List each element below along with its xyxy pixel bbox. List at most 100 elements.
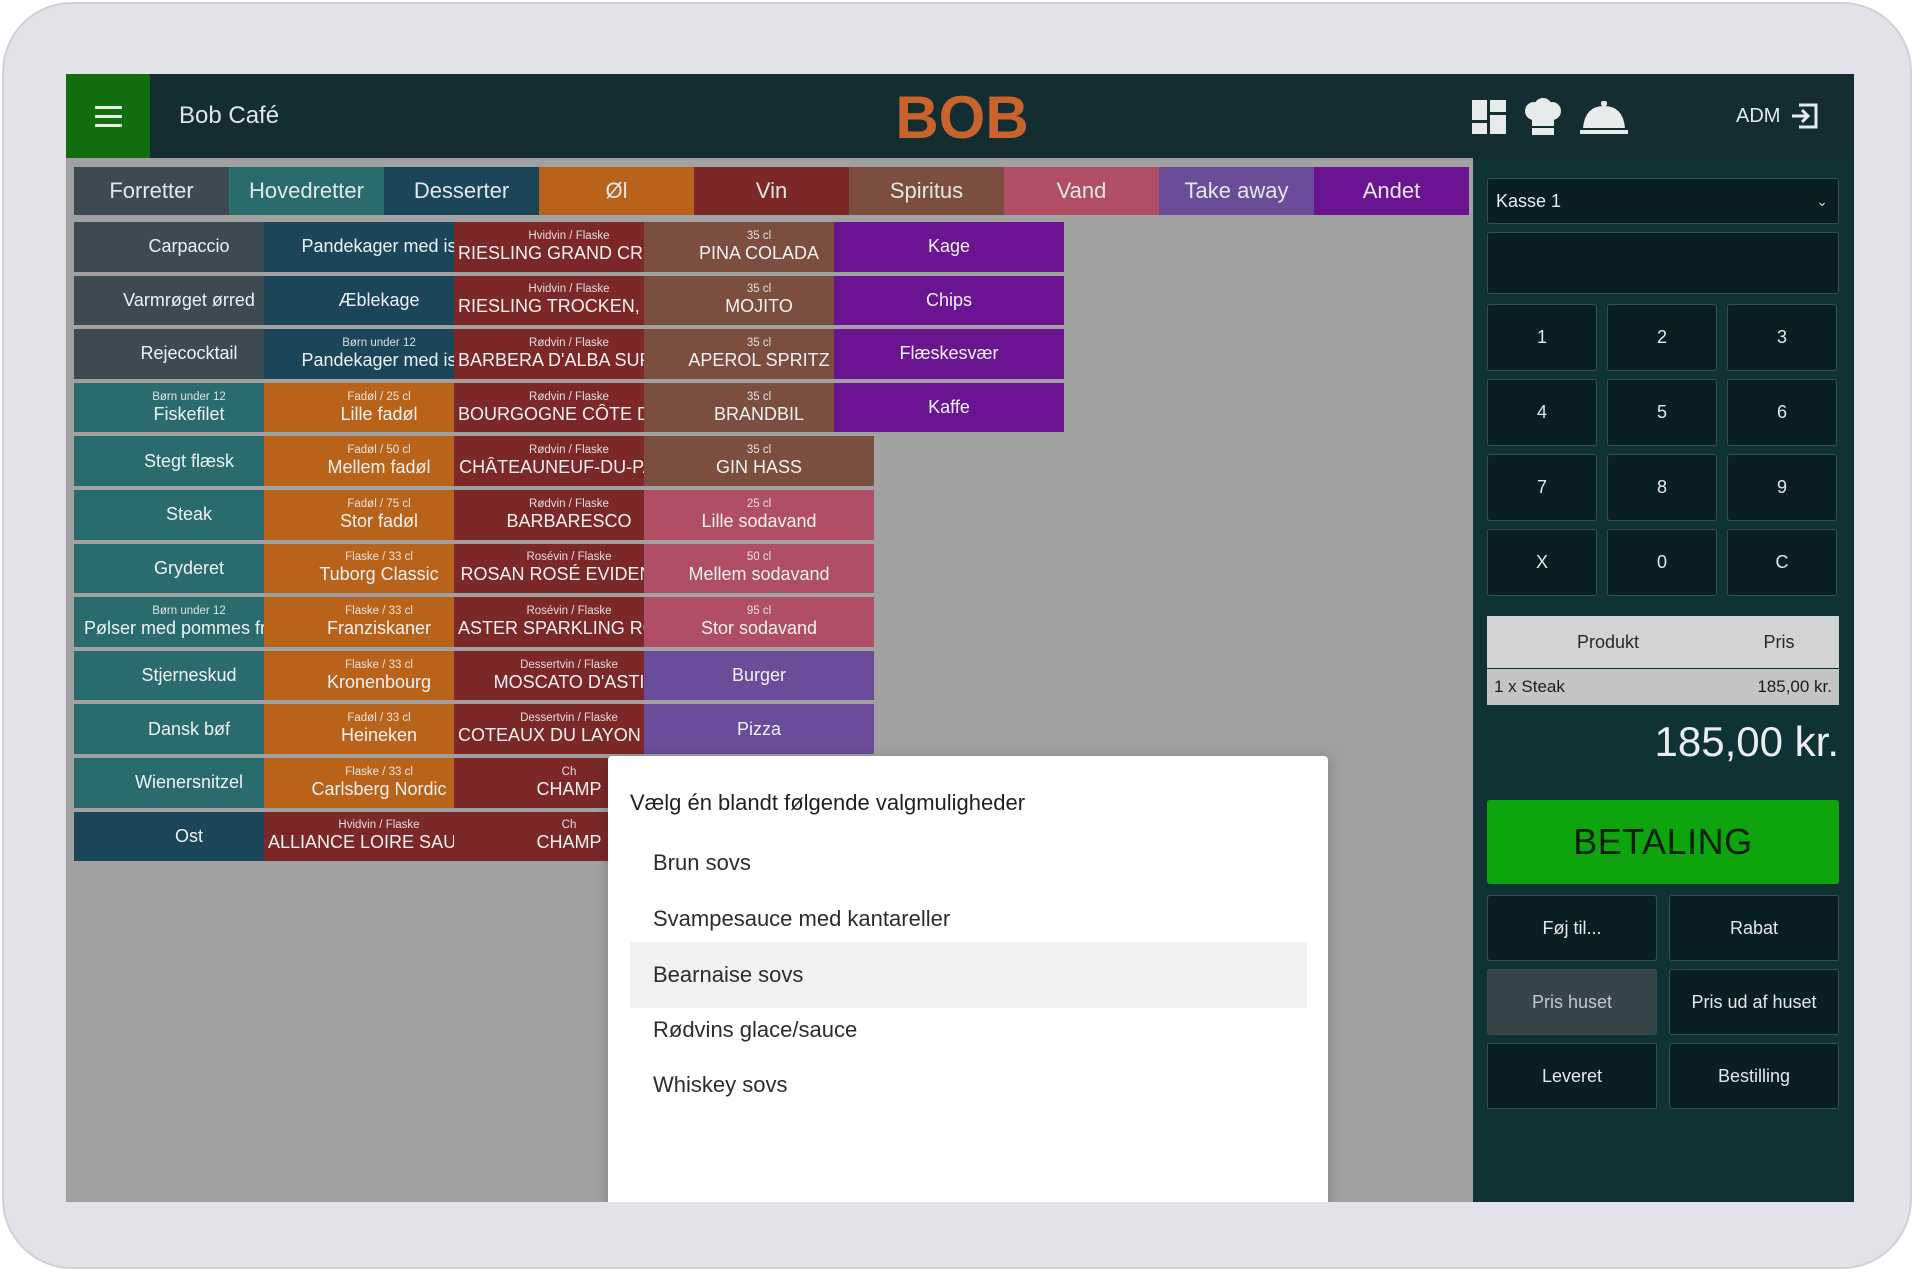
dashboard-icon[interactable]	[1471, 99, 1507, 135]
dialog-title: Vælg én blandt følgende valgmuligheder	[630, 790, 1026, 815]
product-name: Tuborg Classic	[319, 564, 439, 585]
product-variant: Børn under 12	[342, 336, 416, 349]
product-button[interactable]: Kaffe	[834, 382, 1064, 433]
category-tabs: Forretter Hovedretter Desserter Øl Vin Spirit…	[74, 167, 1469, 215]
product-name: Ost	[174, 825, 203, 846]
key-8[interactable]: 8	[1607, 454, 1717, 521]
tab-spiritus[interactable]: Spiritus	[849, 167, 1004, 215]
key-4[interactable]: 4	[1487, 379, 1597, 446]
action-pris-ud-af-huset-button[interactable]: Pris ud af huset	[1669, 969, 1839, 1035]
product-name: MOSCATO D'ASTI	[493, 671, 645, 692]
product-name: Pandekager med is	[301, 236, 457, 257]
key-c[interactable]: C	[1727, 529, 1837, 596]
product-name: Rejecocktail	[140, 343, 238, 364]
product-variant: 35 cl	[746, 390, 772, 403]
key-6[interactable]: 6	[1727, 379, 1837, 446]
action-leveret-button[interactable]: Leveret	[1487, 1043, 1657, 1109]
product-variant: Rosévin / Flaske	[526, 604, 612, 617]
product-variant: 35 cl	[746, 444, 772, 457]
pay-button[interactable]: BETALING	[1487, 800, 1839, 884]
key-7[interactable]: 7	[1487, 454, 1597, 521]
product-column-header: Produkt	[1576, 631, 1640, 652]
tab-take-away[interactable]: Take away	[1159, 167, 1314, 215]
action-pris-huset-button[interactable]: Pris huset	[1487, 969, 1657, 1035]
product-name: Gryderet	[153, 557, 225, 578]
product-button[interactable]: 35 cl GIN HASS	[644, 436, 874, 486]
keypad-display[interactable]	[1487, 232, 1839, 294]
key-0[interactable]: 0	[1607, 529, 1717, 596]
product-name: Franziskaner	[326, 617, 432, 638]
product-variant: 35 cl	[746, 336, 772, 349]
product-variant: Hvidvin / Flaske	[528, 229, 610, 242]
tab-øl[interactable]: Øl	[539, 167, 694, 215]
product-name: Stjerneskud	[141, 665, 237, 686]
product-button[interactable]: Flæskesvær	[834, 329, 1064, 379]
product-name: Pandekager med is	[301, 349, 457, 370]
tab-andet[interactable]: Andet	[1314, 167, 1469, 215]
menu-icon	[94, 103, 122, 130]
menu-button[interactable]	[66, 74, 150, 158]
logo-text: BOB	[895, 87, 1028, 145]
product-name: Lille fadøl	[340, 403, 418, 424]
option-item[interactable]: Whiskey sovs	[630, 1052, 1307, 1118]
product-name: PINA COLADA	[698, 242, 820, 263]
product-variant: 35 cl	[746, 229, 772, 242]
tab-desserter[interactable]: Desserter	[384, 167, 539, 215]
product-name: Mellem sodavand	[688, 564, 830, 585]
action-bestilling-button[interactable]: Bestilling	[1669, 1043, 1839, 1109]
key-x[interactable]: X	[1487, 529, 1597, 596]
register-select[interactable]: Kasse 1 ⌄	[1487, 178, 1839, 224]
order-total: 185,00 kr.	[1654, 718, 1839, 765]
key-3[interactable]: 3	[1727, 304, 1837, 371]
options-dialog: Vælg én blandt følgende valgmuligheder B…	[608, 756, 1328, 1202]
key-1[interactable]: 1	[1487, 304, 1597, 371]
chevron-down-icon: ⌄	[1816, 193, 1828, 209]
product-button[interactable]: 95 cl Stor sodavand	[644, 597, 874, 647]
product-button[interactable]: Burger	[644, 650, 874, 701]
order-panel: Kasse 1 ⌄ 123 456 789 X0C Produkt Pris 1 x …	[1473, 158, 1854, 1202]
tab-vin[interactable]: Vin	[694, 167, 849, 215]
bob-logo: BOB	[895, 87, 1028, 145]
pos-screen: Bob Café BOB ADM Forretter Hovedretter D…	[66, 74, 1854, 1202]
product-name: Carpaccio	[148, 236, 230, 257]
product-name: Stor fadøl	[339, 510, 419, 531]
product-button[interactable]: 25 cl Lille sodavand	[644, 489, 874, 540]
logout-icon	[1792, 103, 1818, 129]
product-variant: Børn under 12	[152, 604, 226, 617]
product-name: Mellem fadøl	[327, 457, 431, 478]
key-9[interactable]: 9	[1727, 454, 1837, 521]
tab-hovedretter[interactable]: Hovedretter	[229, 167, 384, 215]
product-variant: Flaske / 33 cl	[345, 551, 413, 564]
product-button[interactable]: 50 cl Mellem sodavand	[644, 543, 874, 594]
product-name: Chips	[925, 289, 973, 310]
product-variant: Rødvin / Flaske	[529, 497, 609, 510]
product-name: Burger	[731, 665, 787, 686]
product-name: Wienersnitzel	[134, 772, 244, 793]
action-føj-til-button[interactable]: Føj til...	[1487, 895, 1657, 961]
product-variant: Rødvin / Flaske	[529, 444, 609, 457]
order-row[interactable]: 1 x Steak 185,00 kr.	[1487, 669, 1839, 705]
product-variant: Ch	[561, 765, 577, 778]
product-name: MOJITO	[725, 296, 793, 317]
product-name: CHAMP	[536, 832, 602, 853]
product-button[interactable]: Pizza	[644, 704, 874, 754]
product-name: CHAMP	[536, 778, 602, 799]
cloche-icon[interactable]	[1579, 99, 1629, 135]
product-name: Steak	[165, 504, 213, 525]
order-price: 185,00 kr.	[1757, 677, 1832, 696]
keypad: 123 456 789 X0C	[1487, 304, 1839, 596]
top-bar: Bob Café BOB ADM	[66, 74, 1854, 158]
product-button[interactable]: Chips	[834, 275, 1064, 326]
product-variant: Fadøl / 25 cl	[347, 390, 411, 403]
product-button[interactable]: Kage	[834, 222, 1064, 272]
product-variant: Hvidvin / Flaske	[528, 283, 610, 296]
product-name: APEROL SPRITZ	[688, 349, 830, 370]
key-5[interactable]: 5	[1607, 379, 1717, 446]
admin-logout[interactable]: ADM	[1736, 74, 1818, 158]
tab-forretter[interactable]: Forretter	[74, 167, 229, 215]
chef-hat-icon[interactable]	[1523, 98, 1563, 136]
product-name: Fiskefilet	[153, 403, 225, 424]
key-2[interactable]: 2	[1607, 304, 1717, 371]
action-rabat-button[interactable]: Rabat	[1669, 895, 1839, 961]
tab-vand[interactable]: Vand	[1004, 167, 1159, 215]
